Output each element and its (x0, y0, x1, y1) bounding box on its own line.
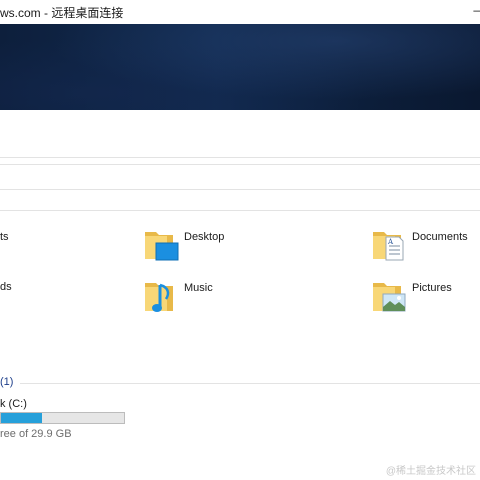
devices-section-count[interactable]: (1) (0, 376, 13, 388)
watermark-text: @稀土掘金技术社区 (385, 466, 476, 477)
folder-music[interactable]: Music (144, 277, 264, 317)
svg-text:A: A (387, 238, 394, 246)
drive-usage-fill (1, 413, 42, 423)
remote-desktop-background (0, 24, 480, 110)
folder-label-desktop: Desktop (184, 231, 225, 243)
quick-access-item-partial[interactable]: ds (0, 281, 12, 293)
drive-free-space: ree of 29.9 GB (0, 428, 72, 440)
documents-folder-icon: A (373, 232, 404, 261)
pictures-folder-icon (373, 283, 406, 312)
quick-access-item-downloads-partial[interactable]: ts (0, 231, 9, 243)
minimize-button[interactable]: – (466, 3, 480, 19)
address-bar-bottom (0, 189, 480, 190)
window-titlebar: ws.com - 远程桌面连接 – (0, 0, 480, 24)
address-bar-top (0, 164, 480, 165)
folder-label-music: Music (184, 282, 213, 294)
desktop-folder-icon (145, 232, 179, 261)
drive-name: k (C:) (0, 398, 27, 410)
folder-label-documents: Documents (412, 231, 468, 243)
music-folder-icon (145, 283, 173, 312)
drive-usage-bar (0, 412, 125, 424)
toolbar-divider (0, 210, 480, 211)
window-title: ws.com - 远程桌面连接 (0, 6, 124, 20)
folder-desktop[interactable]: Desktop (144, 226, 264, 266)
folder-documents[interactable]: A Documents (372, 226, 480, 266)
folder-label-pictures: Pictures (412, 282, 452, 294)
ribbon-divider (0, 157, 480, 158)
devices-section-rule (20, 383, 480, 384)
folder-pictures[interactable]: Pictures (372, 277, 480, 317)
